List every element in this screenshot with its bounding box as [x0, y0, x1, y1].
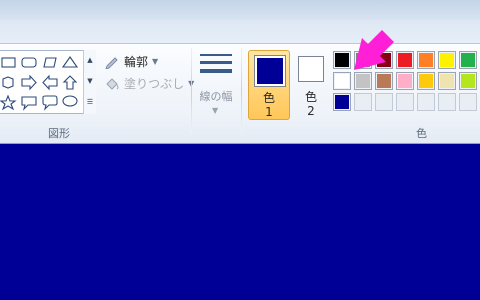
- shape-right-arrow-icon: [21, 74, 37, 91]
- shape-up-arrow-icon: [62, 75, 78, 90]
- palette-color-fill: [440, 74, 454, 88]
- color2-swatch: [298, 56, 324, 82]
- shapes-gallery-scrollbar[interactable]: ▲ ▼ ☰: [83, 50, 96, 114]
- shape-callout-oval-icon: [62, 95, 78, 107]
- palette-color-fill: [335, 95, 349, 109]
- palette-color-swatch[interactable]: [459, 51, 477, 69]
- color2-label-a: 色: [304, 90, 317, 104]
- window-title-strip: [0, 0, 480, 20]
- shape-rounded-rectangle-icon: [21, 57, 37, 68]
- shape-rectangle-icon: [1, 57, 16, 68]
- group-separator: [241, 48, 242, 133]
- fill-label: 塗りつぶし: [124, 77, 185, 91]
- palette-color-swatch[interactable]: [459, 72, 477, 90]
- shapes-gallery[interactable]: [0, 50, 96, 114]
- gallery-expand-icon[interactable]: ☰: [84, 92, 96, 113]
- palette-color-fill: [419, 53, 433, 67]
- palette-custom-slot[interactable]: [354, 93, 372, 111]
- chevron-down-icon: ▼: [212, 106, 219, 115]
- shape-callout-rounded-icon: [42, 95, 58, 111]
- color1-fill: [257, 58, 283, 84]
- palette-color-swatch[interactable]: [438, 51, 456, 69]
- shape-callout-rect-icon: [21, 96, 37, 111]
- palette-color-swatch[interactable]: [438, 72, 456, 90]
- shape-hexagon-icon: [2, 76, 14, 89]
- palette-custom-slot[interactable]: [396, 93, 414, 111]
- gallery-up-icon[interactable]: ▲: [84, 50, 96, 71]
- palette-custom-slot[interactable]: [417, 93, 435, 111]
- palette-color-fill: [461, 53, 475, 67]
- palette-custom-slot[interactable]: [459, 93, 477, 111]
- shape-parallelogram-icon: [43, 57, 57, 68]
- gallery-down-icon[interactable]: ▼: [84, 71, 96, 92]
- shape-triangle-icon: [61, 56, 79, 68]
- palette-color-swatch[interactable]: [417, 51, 435, 69]
- colors-group-label: 色: [416, 127, 427, 140]
- shape-star-icon: [0, 94, 17, 111]
- pencil-outline-icon: [105, 56, 118, 69]
- group-separator: [191, 48, 192, 133]
- palette-color-swatch[interactable]: [333, 93, 351, 111]
- color1-label-a: 色: [262, 91, 275, 105]
- line-width-button[interactable]: 線の幅 ▼: [196, 50, 236, 122]
- palette-custom-slot[interactable]: [375, 93, 393, 111]
- color1-swatch: [254, 55, 286, 87]
- color2-label-b: 2: [307, 104, 315, 118]
- color1-label-b: 1: [265, 105, 273, 119]
- palette-color-fill: [440, 53, 454, 67]
- palette-color-fill: [398, 74, 412, 88]
- shapes-gallery-grid: [0, 56, 79, 111]
- outline-label: 輪郭: [124, 55, 149, 69]
- chevron-down-icon: ▼: [152, 57, 159, 66]
- paint-bucket-icon: [106, 77, 119, 90]
- color1-button[interactable]: 色 1: [248, 50, 290, 120]
- palette-color-fill: [398, 53, 412, 67]
- palette-color-fill: [419, 74, 433, 88]
- palette-color-fill: [461, 74, 475, 88]
- line-width-label: 線の幅: [199, 90, 233, 103]
- fill-button[interactable]: 塗りつぶし ▼: [104, 75, 194, 92]
- drawing-canvas[interactable]: [0, 145, 480, 300]
- annotation-arrow-icon: [354, 30, 394, 70]
- shapes-group-label: 図形: [48, 127, 70, 140]
- outline-button[interactable]: 輪郭 ▼: [104, 53, 158, 70]
- color2-button[interactable]: 色 2: [294, 50, 328, 120]
- ribbon-tab-strip: [0, 20, 480, 43]
- palette-custom-slot[interactable]: [438, 93, 456, 111]
- shape-left-arrow-icon: [42, 74, 58, 91]
- palette-color-swatch[interactable]: [417, 72, 435, 90]
